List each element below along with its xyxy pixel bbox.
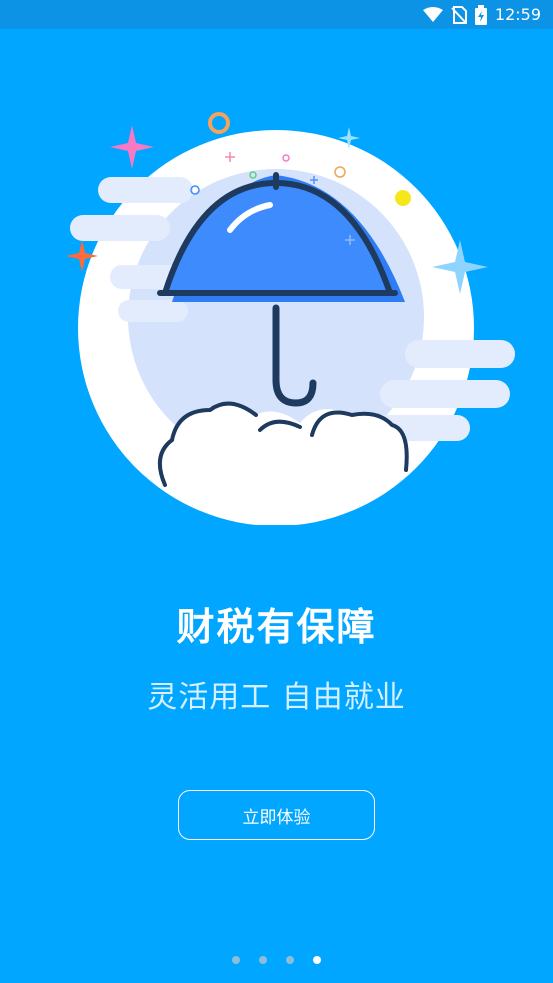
page-dot-1[interactable] (232, 956, 240, 964)
page-subtitle: 灵活用工 自由就业 (147, 680, 406, 715)
try-now-button[interactable]: 立即体验 (178, 790, 375, 840)
page-dot-3[interactable] (286, 956, 294, 964)
no-sim-icon (451, 5, 467, 24)
page-title: 财税有保障 (176, 605, 377, 649)
umbrella-illustration (66, 112, 515, 525)
status-time: 12:59 (494, 5, 541, 24)
wifi-icon (422, 6, 443, 23)
page-indicator (0, 956, 553, 964)
page-dot-4-active[interactable] (313, 956, 321, 964)
page-dot-2[interactable] (259, 956, 267, 964)
battery-charging-icon (474, 4, 487, 25)
status-bar: 12:59 (0, 0, 553, 29)
